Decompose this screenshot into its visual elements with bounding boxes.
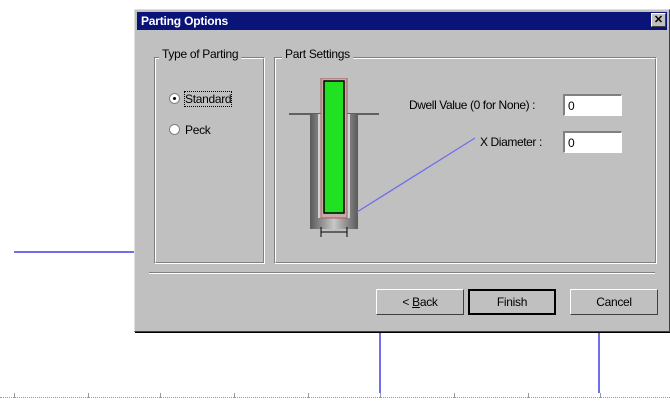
close-icon: ✕ bbox=[653, 14, 664, 26]
ruler-tick bbox=[380, 393, 381, 398]
ruler-tick bbox=[160, 393, 161, 398]
ruler-tick bbox=[14, 393, 15, 398]
radio-standard-indicator[interactable] bbox=[169, 93, 180, 104]
radio-standard-label[interactable]: Standard bbox=[183, 91, 233, 107]
x-diameter-leader-line bbox=[356, 137, 476, 213]
parting-tool bbox=[323, 80, 345, 214]
close-button[interactable]: ✕ bbox=[651, 13, 666, 27]
ruler-tick bbox=[308, 393, 309, 398]
back-button[interactable]: B< Back bbox=[376, 289, 464, 315]
ruler-tick bbox=[600, 393, 601, 398]
ruler-tick bbox=[528, 393, 529, 398]
background-horizontal-line bbox=[14, 251, 135, 253]
radio-peck-label[interactable]: Peck bbox=[185, 123, 211, 137]
ruler-tick bbox=[234, 393, 235, 398]
type-of-parting-group bbox=[154, 57, 265, 264]
type-of-parting-legend: Type of Parting bbox=[159, 47, 242, 61]
dwell-value-label: Dwell Value (0 for None) : bbox=[409, 98, 536, 112]
x-diameter-input[interactable]: 0 bbox=[563, 131, 622, 153]
background-vertical-line-right bbox=[598, 333, 600, 393]
ruler-tick bbox=[88, 393, 89, 398]
button-separator bbox=[149, 272, 655, 274]
dialog-title: Parting Options bbox=[141, 14, 229, 28]
back-button-label: B< Back bbox=[402, 295, 438, 309]
cancel-button[interactable]: Cancel bbox=[570, 289, 658, 315]
ruler-line bbox=[0, 397, 670, 398]
title-bar[interactable]: Parting Options ✕ bbox=[137, 12, 667, 30]
parting-options-dialog: Parting Options ✕ Type of Parting Standa… bbox=[134, 9, 670, 332]
dwell-value-input[interactable]: 0 bbox=[563, 94, 622, 116]
finish-button[interactable]: Finish bbox=[468, 289, 556, 315]
x-diameter-label: X Diameter : bbox=[480, 135, 542, 149]
part-settings-legend: Part Settings bbox=[282, 47, 353, 61]
radio-peck-indicator[interactable] bbox=[169, 124, 180, 135]
background-vertical-line-left bbox=[379, 333, 381, 393]
ruler-tick bbox=[454, 393, 455, 398]
